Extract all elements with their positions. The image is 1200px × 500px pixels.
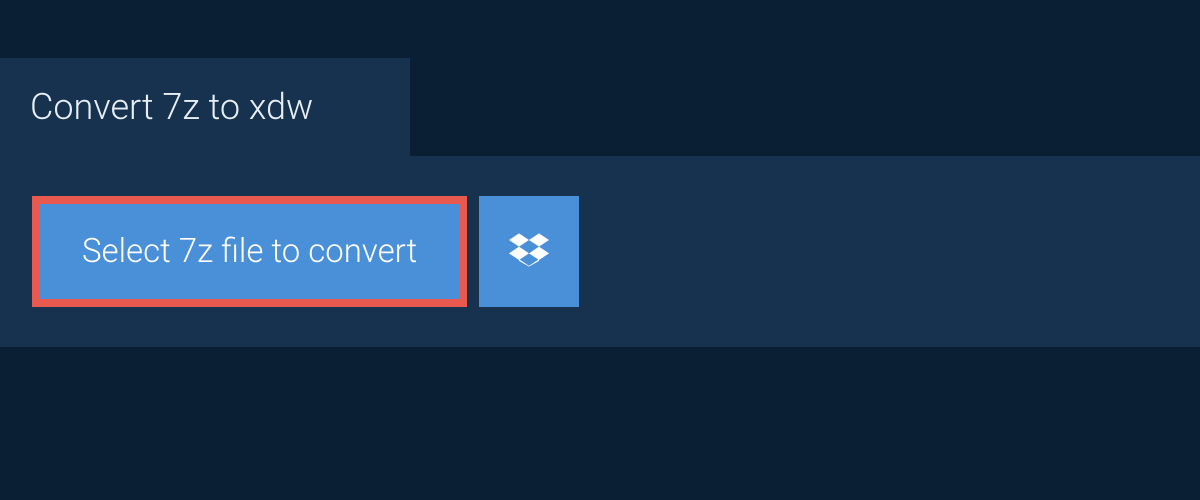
select-file-button[interactable]: Select 7z file to convert: [32, 196, 467, 307]
dropbox-icon: [509, 230, 549, 274]
page-title-tab: Convert 7z to xdw: [0, 58, 410, 156]
dropbox-button[interactable]: [479, 196, 579, 307]
button-row: Select 7z file to convert: [32, 196, 1168, 307]
upload-panel: Select 7z file to convert: [0, 156, 1200, 347]
